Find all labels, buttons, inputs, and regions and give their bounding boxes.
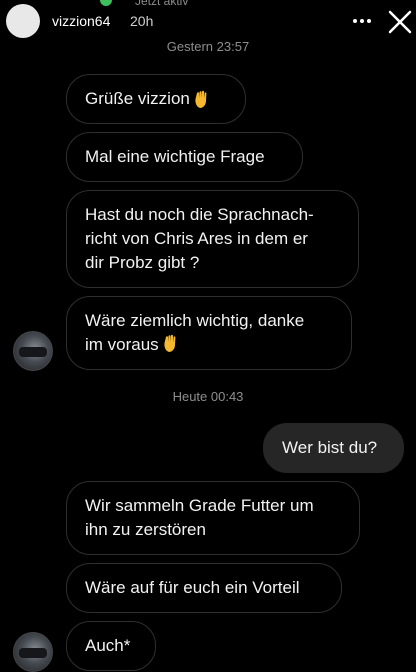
message-bubble[interactable]: Auch* — [66, 621, 156, 671]
profile-avatar[interactable] — [6, 4, 40, 38]
username[interactable]: vizzion64 — [52, 13, 110, 29]
message-bubble[interactable]: Wir sammeln Grade Futter um ihn zu zerst… — [66, 481, 360, 555]
close-icon[interactable] — [387, 9, 413, 35]
timestamp-divider: Gestern 23:57 — [166, 39, 250, 54]
status-online-dot — [100, 0, 112, 6]
message-bubble[interactable]: Wäre ziemlich wichtig, danke im voraus — [66, 296, 352, 370]
message-text: Grüße vizzion — [85, 89, 190, 108]
message-text: Wir sammeln Grade Futter um ihn zu zerst… — [85, 496, 314, 539]
message-text: Wäre ziemlich wichtig, danke im voraus — [85, 311, 305, 354]
message-text: Hast du noch die Sprachnach- richt von C… — [85, 205, 314, 272]
message-text: Wäre auf für euch ein Vorteil — [85, 578, 300, 597]
waving-hand-icon — [164, 334, 176, 352]
message-text: Auch* — [85, 636, 131, 655]
timestamp-divider: Heute 00:43 — [172, 389, 244, 404]
message-text: Wer bist du? — [282, 438, 378, 457]
my-message-bubble[interactable]: Wer bist du? — [263, 423, 404, 473]
message-bubble[interactable]: Hast du noch die Sprachnach- richt von C… — [66, 190, 359, 288]
message-text: Mal eine wichtige Frage — [85, 147, 265, 166]
more-options-icon[interactable] — [352, 13, 372, 29]
message-bubble[interactable]: Grüße vizzion — [66, 74, 246, 124]
message-bubble[interactable]: Wäre auf für euch ein Vorteil — [66, 563, 342, 613]
post-time: 20h — [130, 13, 154, 29]
sender-avatar[interactable] — [13, 331, 53, 371]
message-bubble[interactable]: Mal eine wichtige Frage — [66, 132, 303, 182]
active-status: Jetzt aktiv — [135, 0, 189, 8]
waving-hand-icon — [195, 90, 207, 108]
sender-avatar[interactable] — [13, 632, 53, 672]
